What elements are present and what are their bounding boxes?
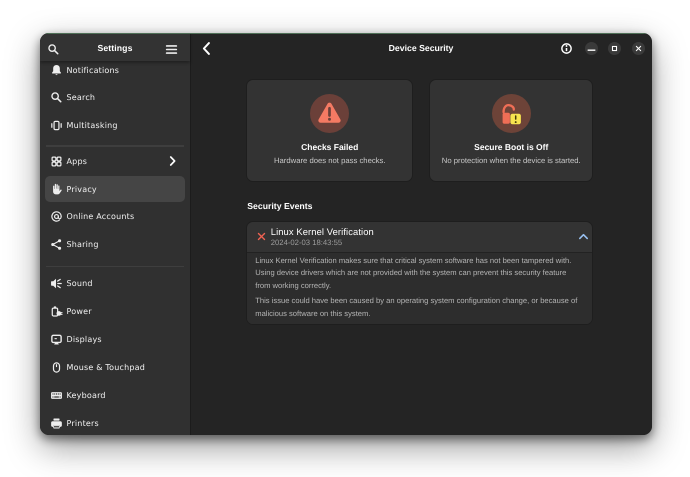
sidebar-item-search[interactable]: Search — [45, 85, 185, 111]
sidebar-item-apps[interactable]: Apps — [45, 149, 185, 175]
keyboard-icon — [50, 388, 63, 403]
close-button[interactable] — [631, 42, 645, 56]
event-title-block: Linux Kernel Verification 2024-02-03 18:… — [270, 225, 577, 248]
search-button[interactable] — [45, 40, 62, 58]
sidebar-item-label: Displays — [66, 334, 102, 344]
sidebar-item-label: Sharing — [66, 240, 99, 250]
page-content: Checks Failed Hardware does not pass chec… — [190, 61, 652, 435]
bell-icon — [50, 63, 63, 78]
hamburger-menu-icon — [164, 42, 179, 57]
sidebar-item-label: Printers — [66, 418, 99, 428]
page-title: Device Security — [388, 43, 454, 53]
sidebar-item-mouse-touchpad[interactable]: Mouse & Touchpad — [45, 354, 185, 380]
warning-triangle-badge — [310, 93, 350, 133]
sidebar-item-label: Sound — [66, 278, 93, 288]
sidebar-item-label: Multitasking — [66, 120, 118, 130]
event-paragraph: This issue could have been caused by an … — [255, 296, 578, 319]
sidebar-item-label: Privacy — [66, 184, 97, 194]
multitasking-icon — [50, 118, 63, 133]
sidebar-item-label: Apps — [66, 157, 88, 167]
sidebar-item-displays[interactable]: Displays — [45, 326, 185, 352]
chevron-up-icon[interactable] — [577, 230, 590, 243]
chevron-right-icon — [168, 156, 179, 167]
sidebar-item-sharing[interactable]: Sharing — [45, 232, 185, 258]
sidebar-item-online-accounts[interactable]: Online Accounts — [45, 204, 185, 230]
event-description: Linux Kernel Verification makes sure tha… — [247, 252, 593, 325]
minimize-button[interactable] — [584, 42, 598, 56]
monitor-icon — [50, 332, 63, 347]
main-headerbar: Device Security — [190, 33, 652, 61]
security-event-row[interactable]: Linux Kernel Verification 2024-02-03 18:… — [247, 222, 592, 253]
apps-icon — [50, 154, 63, 169]
status-card-checks-failed: Checks Failed Hardware does not pass chec… — [247, 79, 413, 181]
sidebar-item-sound[interactable]: Sound — [45, 270, 185, 296]
minimize-icon — [586, 43, 597, 54]
battery-icon — [50, 304, 63, 319]
search-icon — [47, 43, 60, 56]
status-card-title: Checks Failed — [301, 141, 359, 152]
main-pane: Device Security Checks Failed Hardware do… — [190, 33, 652, 435]
info-button[interactable] — [560, 42, 573, 55]
status-card-subtitle: No protection when the device is started… — [441, 156, 581, 165]
status-card-subtitle: Hardware does not pass checks. — [273, 156, 386, 165]
printer-icon — [50, 416, 63, 431]
sidebar-item-label: Keyboard — [66, 390, 106, 400]
status-cards: Checks Failed Hardware does not pass chec… — [247, 79, 593, 181]
sidebar-item-printers[interactable]: Printers — [45, 410, 185, 435]
sidebar-item-label: Online Accounts — [66, 212, 135, 222]
info-icon — [560, 42, 573, 55]
security-event-card: Linux Kernel Verification 2024-02-03 18:… — [247, 221, 593, 325]
page-body: Checks Failed Hardware does not pass chec… — [247, 79, 593, 325]
sidebar-item-label: Notifications — [66, 65, 120, 75]
sidebar-item-power[interactable]: Power — [45, 298, 185, 324]
lock-open-warning-badge — [491, 93, 531, 133]
security-events-heading: Security Events — [247, 201, 313, 211]
back-chevron-icon — [199, 41, 214, 56]
maximize-icon — [610, 44, 619, 53]
sidebar-headerbar: Settings — [40, 33, 190, 61]
sidebar-separator — [46, 145, 184, 147]
sidebar: Settings Notifications Search Multitasking… — [40, 33, 192, 435]
event-timestamp: 2024-02-03 18:43:55 — [270, 237, 343, 247]
mouse-icon — [50, 360, 63, 375]
status-card-secure-boot-is-off: Secure Boot is Off No protection when the… — [430, 79, 593, 181]
speaker-icon — [50, 276, 63, 291]
status-card-title: Secure Boot is Off — [474, 141, 549, 152]
sidebar-item-label: Search — [66, 93, 96, 103]
sidebar-separator — [46, 265, 184, 268]
sidebar-item-privacy[interactable]: Privacy — [45, 176, 185, 203]
hand-icon — [50, 182, 63, 197]
sidebar-item-multitasking[interactable]: Multitasking — [45, 112, 185, 138]
magnifier-icon — [50, 90, 63, 105]
sidebar-item-label: Power — [66, 306, 92, 316]
share-icon — [50, 237, 63, 252]
sidebar-list: Notifications Search Multitasking Apps Priva… — [40, 57, 190, 435]
event-failed-icon — [256, 231, 267, 242]
event-title: Linux Kernel Verification — [270, 225, 374, 237]
main-menu-button[interactable] — [163, 40, 180, 58]
sidebar-item-label: Mouse & Touchpad — [66, 362, 146, 372]
close-icon — [634, 44, 643, 53]
back-button[interactable] — [198, 40, 216, 58]
event-paragraph: Linux Kernel Verification makes sure tha… — [255, 255, 572, 291]
settings-window: Settings Notifications Search Multitasking… — [40, 33, 652, 435]
sidebar-item-keyboard[interactable]: Keyboard — [45, 382, 185, 408]
at-icon — [50, 209, 63, 224]
